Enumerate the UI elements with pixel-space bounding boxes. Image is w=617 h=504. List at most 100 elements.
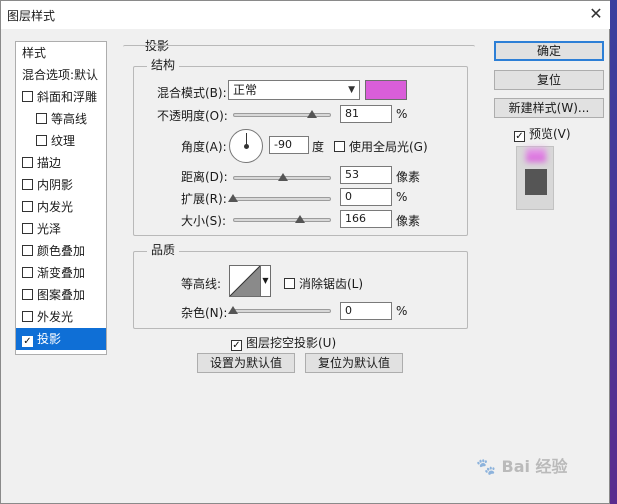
reset-default-button[interactable]: 复位为默认值 <box>305 353 403 373</box>
style-list-item-label: 纹理 <box>51 134 76 148</box>
angle-dial[interactable] <box>229 129 263 163</box>
watermark: 🐾 Bai 经验 <box>476 453 568 477</box>
make-default-button[interactable]: 设置为默认值 <box>197 353 295 373</box>
spread-unit: % <box>396 190 408 204</box>
opacity-slider-thumb[interactable] <box>307 110 318 118</box>
style-checkbox[interactable] <box>22 289 33 300</box>
knockout-checkbox[interactable]: ✓ 图层挖空投影(U) <box>231 334 336 351</box>
antialias-checkbox[interactable]: 消除锯齿(L) <box>284 275 363 292</box>
noise-label: 杂色(N): <box>181 306 228 320</box>
spread-slider-thumb[interactable] <box>228 194 238 202</box>
window-title: 图层样式 <box>7 9 56 23</box>
style-checkbox[interactable] <box>22 91 33 102</box>
style-list-item-label: 颜色叠加 <box>37 244 86 258</box>
quality-title: 品质 <box>147 241 180 258</box>
antialias-label: 消除锯齿(L) <box>299 277 364 291</box>
global-light-checkbox[interactable]: 使用全局光(G) <box>334 138 428 155</box>
style-list-item[interactable]: 斜面和浮雕 <box>16 86 106 108</box>
shadow-color-swatch[interactable] <box>365 80 407 100</box>
style-checkbox[interactable]: ✓ <box>22 336 33 347</box>
style-list-item-label: 外发光 <box>37 310 74 324</box>
style-list-item[interactable]: 图案叠加 <box>16 284 106 306</box>
contour-label: 等高线: <box>181 277 222 291</box>
style-checkbox[interactable] <box>22 157 33 168</box>
size-slider-thumb[interactable] <box>295 215 305 223</box>
opacity-input[interactable]: 81 <box>340 105 392 123</box>
style-list-item[interactable]: 光泽 <box>16 218 106 240</box>
style-list-item[interactable]: 外发光 <box>16 306 106 328</box>
style-list-item[interactable]: 描边 <box>16 152 106 174</box>
style-list-item[interactable]: ✓ 投影 <box>16 328 106 350</box>
style-list-item-label: 内阴影 <box>37 178 74 192</box>
contour-preview[interactable] <box>229 265 261 297</box>
style-list-item-label: 光泽 <box>37 222 62 236</box>
paw-icon: 🐾 <box>476 457 496 476</box>
title-bar: 图层样式 ✕ <box>1 1 611 29</box>
style-list-item[interactable]: 内发光 <box>16 196 106 218</box>
angle-label: 角度(A): <box>181 140 227 154</box>
knockout-box[interactable]: ✓ <box>231 340 242 351</box>
blend-mode-select[interactable]: 正常 ▼ <box>228 80 360 100</box>
noise-slider-track[interactable] <box>233 309 331 313</box>
angle-input[interactable]: -90 <box>269 136 309 154</box>
distance-label: 距离(D): <box>181 170 228 184</box>
style-list-item-label: 等高线 <box>51 112 88 126</box>
styles-header[interactable]: 样式 <box>16 42 106 64</box>
layer-style-dialog: 图层样式 ✕ 样式 混合选项:默认 斜面和浮雕等高线纹理描边内阴影内发光光泽颜色… <box>0 0 611 504</box>
size-slider-track[interactable] <box>233 218 331 222</box>
style-list-item-label: 图案叠加 <box>37 288 86 302</box>
styles-list: 样式 混合选项:默认 斜面和浮雕等高线纹理描边内阴影内发光光泽颜色叠加渐变叠加图… <box>15 41 107 355</box>
style-checkbox[interactable] <box>36 113 47 124</box>
new-style-button[interactable]: 新建样式(W)... <box>494 98 604 118</box>
spread-label: 扩展(R): <box>181 192 227 206</box>
preview-checkbox[interactable]: ✓ 预览(V) <box>514 125 571 142</box>
size-label: 大小(S): <box>181 214 227 228</box>
noise-input[interactable]: 0 <box>340 302 392 320</box>
opacity-unit: % <box>396 107 408 121</box>
style-list-item[interactable]: 内阴影 <box>16 174 106 196</box>
knockout-label: 图层挖空投影(U) <box>246 336 337 350</box>
size-unit: 像素 <box>396 214 421 228</box>
structure-title: 结构 <box>147 56 180 73</box>
style-list-item-label: 内发光 <box>37 200 74 214</box>
distance-unit: 像素 <box>396 170 421 184</box>
noise-slider-thumb[interactable] <box>228 306 238 314</box>
style-preview-thumbnail <box>516 146 554 210</box>
chevron-down-icon: ▼ <box>348 85 355 95</box>
style-list-item[interactable]: 渐变叠加 <box>16 262 106 284</box>
style-list-item-label: 斜面和浮雕 <box>37 90 98 104</box>
contour-curve-icon <box>230 266 260 296</box>
angle-center-dot <box>244 144 249 149</box>
antialias-box[interactable] <box>284 278 295 289</box>
preview-shadow <box>526 148 546 162</box>
style-checkbox[interactable] <box>22 201 33 212</box>
size-input[interactable]: 166 <box>340 210 392 228</box>
style-list-item[interactable]: 颜色叠加 <box>16 240 106 262</box>
ok-button[interactable]: 确定 <box>494 41 604 61</box>
preview-label: 预览(V) <box>529 127 571 141</box>
angle-unit: 度 <box>312 140 325 154</box>
noise-unit: % <box>396 304 408 318</box>
blend-mode-label: 混合模式(B): <box>157 86 227 100</box>
opacity-label: 不透明度(O): <box>157 109 228 123</box>
close-icon[interactable]: ✕ <box>583 3 609 25</box>
chevron-down-icon[interactable]: ▼ <box>261 265 271 297</box>
style-list-item[interactable]: 纹理 <box>16 130 106 152</box>
style-checkbox[interactable] <box>22 311 33 322</box>
style-checkbox[interactable] <box>22 179 33 190</box>
spread-input[interactable]: 0 <box>340 188 392 206</box>
style-checkbox[interactable] <box>36 135 47 146</box>
style-checkbox[interactable] <box>22 223 33 234</box>
style-checkbox[interactable] <box>22 245 33 256</box>
distance-input[interactable]: 53 <box>340 166 392 184</box>
blend-options-item[interactable]: 混合选项:默认 <box>16 64 106 86</box>
style-list-item[interactable]: 等高线 <box>16 108 106 130</box>
reset-button[interactable]: 复位 <box>494 70 604 90</box>
style-list-item-label: 渐变叠加 <box>37 266 86 280</box>
preview-box[interactable]: ✓ <box>514 131 525 142</box>
distance-slider-thumb[interactable] <box>278 173 288 181</box>
style-checkbox[interactable] <box>22 267 33 278</box>
preview-square <box>525 169 547 195</box>
global-light-box[interactable] <box>334 141 345 152</box>
spread-slider-track[interactable] <box>233 197 331 201</box>
